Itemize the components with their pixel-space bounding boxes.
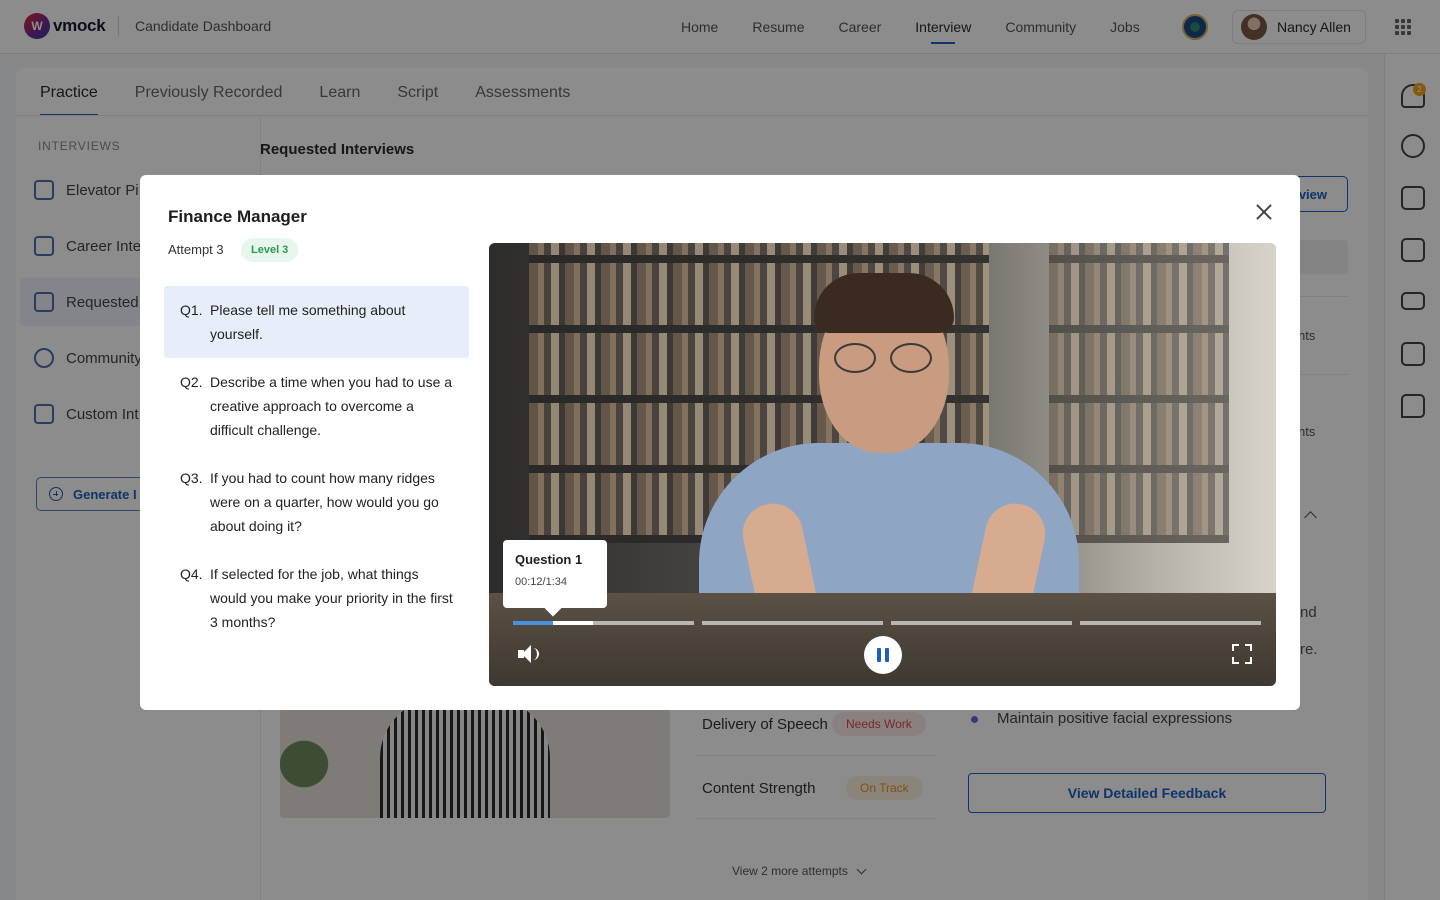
question-text: If selected for the job, what things wou… bbox=[210, 566, 453, 630]
glasses-shape bbox=[834, 343, 934, 373]
question-number: Q2. bbox=[180, 374, 203, 390]
played-bar bbox=[513, 621, 553, 625]
progress-segment-q3[interactable] bbox=[891, 621, 1072, 625]
pause-button[interactable] bbox=[864, 636, 902, 674]
fullscreen-icon[interactable] bbox=[1232, 644, 1252, 664]
pause-icon bbox=[885, 648, 889, 662]
speaker-hair-shape bbox=[814, 273, 954, 333]
interview-playback-modal: Finance Manager Attempt 3 Level 3 Q1. Pl… bbox=[140, 175, 1300, 710]
pause-icon bbox=[877, 648, 881, 662]
question-text: Please tell me something about yourself. bbox=[210, 302, 406, 342]
question-number: Q4. bbox=[180, 566, 203, 582]
question-text: Describe a time when you had to use a cr… bbox=[210, 374, 453, 438]
buffered-bar bbox=[553, 621, 593, 625]
modal-title: Finance Manager bbox=[168, 207, 307, 226]
question-item[interactable]: Q2. Describe a time when you had to use … bbox=[164, 358, 469, 454]
question-number: Q1. bbox=[180, 302, 203, 318]
video-player[interactable]: Question 1 00:12/1:34 bbox=[489, 243, 1276, 686]
level-badge: Level 3 bbox=[241, 238, 299, 262]
question-text: If you had to count how many ridges were… bbox=[210, 470, 439, 534]
attempt-label: Attempt 3 bbox=[168, 242, 224, 257]
question-item[interactable]: Q4. If selected for the job, what things… bbox=[164, 550, 469, 646]
bookshelf-shape bbox=[1049, 243, 1229, 543]
volume-icon[interactable] bbox=[518, 644, 540, 664]
question-number: Q3. bbox=[180, 470, 203, 486]
tooltip-title: Question 1 bbox=[515, 552, 583, 567]
progress-segment-q2[interactable] bbox=[702, 621, 883, 625]
progress-segment-q1[interactable] bbox=[513, 621, 694, 625]
close-icon[interactable] bbox=[1253, 201, 1275, 223]
question-item[interactable]: Q1. Please tell me something about yours… bbox=[164, 286, 469, 358]
tooltip-time: 00:12/1:34 bbox=[515, 576, 567, 588]
progress-segment-q4[interactable] bbox=[1080, 621, 1261, 625]
question-item[interactable]: Q3. If you had to count how many ridges … bbox=[164, 454, 469, 550]
progress-tooltip: Question 1 00:12/1:34 bbox=[503, 540, 607, 608]
question-list: Q1. Please tell me something about yours… bbox=[164, 286, 469, 646]
